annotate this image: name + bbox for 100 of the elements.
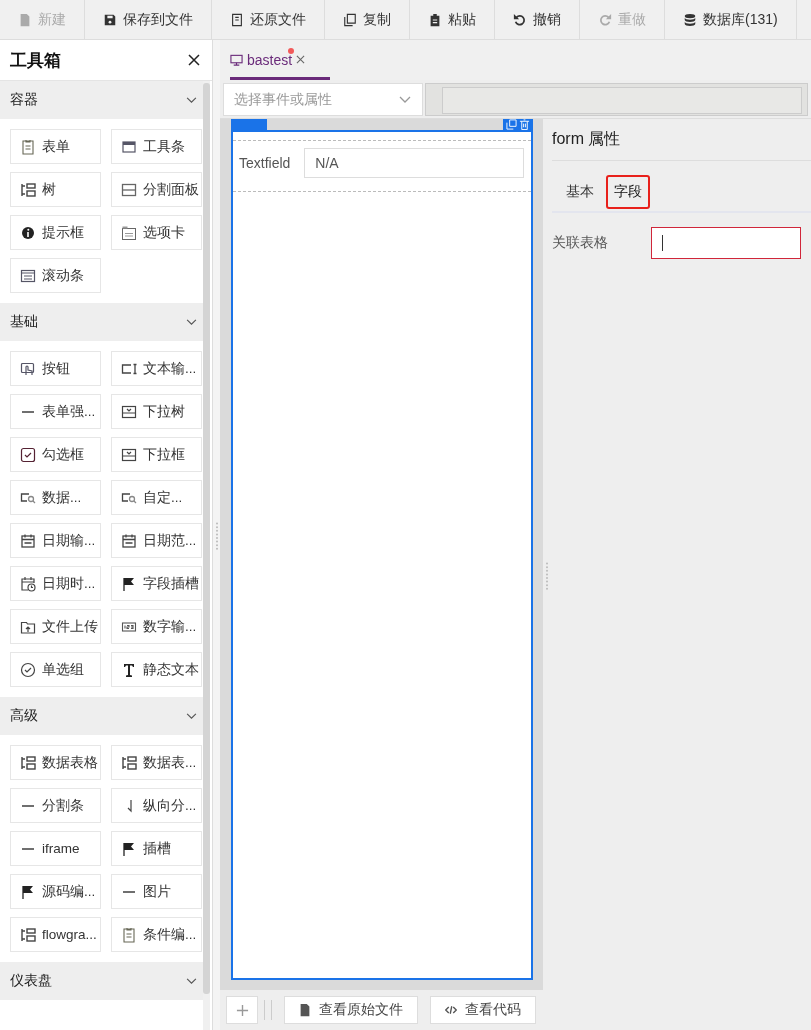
tool-item[interactable]: 文本输... <box>111 351 202 386</box>
flag-tool-icon <box>121 575 137 592</box>
tool-item[interactable]: 下拉树 <box>111 394 202 429</box>
chevron-down-icon <box>186 96 197 104</box>
drag-handle-icon[interactable] <box>214 520 219 550</box>
toolbar-button[interactable]: 保存到文件 <box>85 0 212 39</box>
trash-icon[interactable] <box>519 119 530 130</box>
toolbar-button[interactable]: 粘贴 <box>410 0 495 39</box>
properties-tab[interactable]: 字段 <box>606 175 650 209</box>
code-icon <box>445 1003 457 1017</box>
dropdown-tool-icon <box>121 446 137 463</box>
tool-item[interactable]: 单选组 <box>10 652 101 687</box>
tool-item[interactable]: 条件编... <box>111 917 202 952</box>
tool-item[interactable]: 纵向分... <box>111 788 202 823</box>
plus-icon <box>235 1003 249 1017</box>
scroll-tool-icon <box>20 267 36 284</box>
text-tool-icon <box>121 661 137 678</box>
toolbox-title: 工具箱 <box>10 49 61 72</box>
doc-tool-icon <box>20 138 36 155</box>
dropdown-tool-icon <box>121 403 137 420</box>
tool-item[interactable]: 勾选框 <box>10 437 101 472</box>
database-icon <box>683 12 697 27</box>
scrollbar[interactable] <box>203 81 210 1030</box>
tool-item[interactable]: 图片 <box>111 874 202 909</box>
split-tool-icon <box>121 181 137 198</box>
dash-tool-icon <box>22 410 34 413</box>
field-label: Textfield <box>239 155 291 171</box>
event-select[interactable]: 选择事件或属性 <box>223 82 423 116</box>
chevron-down-icon <box>186 318 197 326</box>
tool-item[interactable]: 数据... <box>10 480 101 515</box>
properties-title: form 属性 <box>552 119 811 161</box>
tool-item[interactable]: 插槽 <box>111 831 202 866</box>
tool-item[interactable]: 表单强... <box>10 394 101 429</box>
close-icon[interactable] <box>188 54 200 66</box>
calclock-tool-icon <box>20 575 36 592</box>
expression-field[interactable] <box>425 82 808 116</box>
tool-item[interactable]: 源码编... <box>10 874 101 909</box>
tree-tool-icon <box>20 754 36 771</box>
tool-item[interactable]: 选项卡 <box>111 215 202 250</box>
copy-icon <box>343 12 357 27</box>
toolbar-tool-icon <box>121 138 137 155</box>
tool-item[interactable]: 表单 <box>10 129 101 164</box>
tool-item[interactable]: 数字输... <box>111 609 202 644</box>
clipboard-icon <box>428 12 442 27</box>
tool-item[interactable]: 日期时... <box>10 566 101 601</box>
tool-item[interactable]: 自定... <box>111 480 202 515</box>
toolbar-button[interactable]: 复制 <box>325 0 410 39</box>
tool-item[interactable]: 滚动条 <box>10 258 101 293</box>
tool-item[interactable]: 按钮 <box>10 351 101 386</box>
section-header[interactable]: 基础 <box>0 303 203 341</box>
section-header[interactable]: 容器 <box>0 81 203 119</box>
toolbar-button[interactable]: 数据库(131) <box>665 0 797 39</box>
properties-tab[interactable]: 基本 <box>558 175 602 209</box>
radio-tool-icon <box>20 661 36 678</box>
copy-icon[interactable] <box>506 119 517 130</box>
form-actions[interactable] <box>503 119 533 130</box>
view-button[interactable]: 查看原始文件 <box>284 996 418 1024</box>
chevron-down-icon <box>186 712 197 720</box>
file-icon <box>18 12 32 27</box>
tool-item[interactable]: 日期输... <box>10 523 101 558</box>
input-field[interactable] <box>651 227 801 259</box>
toolbar-button[interactable]: 撤销 <box>495 0 580 39</box>
monitor-icon <box>230 53 243 66</box>
tool-item[interactable]: 树 <box>10 172 101 207</box>
field-label: 关联表格 <box>552 234 608 252</box>
tool-item[interactable]: flowgra... <box>10 917 101 952</box>
file-icon <box>299 1003 311 1017</box>
tree-tool-icon <box>121 754 137 771</box>
tool-item[interactable]: iframe <box>10 831 101 866</box>
doc-tool-icon <box>121 926 137 943</box>
section-header[interactable]: 仪表盘 <box>0 962 203 1000</box>
chevron-down-icon <box>399 95 411 104</box>
tool-item[interactable]: 数据表格 <box>10 745 101 780</box>
checkbox-tool-icon <box>20 446 36 463</box>
hand-tool-icon <box>20 360 36 377</box>
tool-item[interactable]: 下拉框 <box>111 437 202 472</box>
redo-icon <box>598 12 612 27</box>
flag-tool-icon <box>121 840 137 857</box>
tool-item[interactable]: 数据表... <box>111 745 202 780</box>
save-icon <box>103 12 117 27</box>
tree-tool-icon <box>20 926 36 943</box>
tool-item[interactable]: 文件上传 <box>10 609 101 644</box>
add-button[interactable] <box>226 996 258 1024</box>
toolbar-button[interactable]: 还原文件 <box>212 0 325 39</box>
form-panel[interactable]: Textfield N/A <box>231 130 533 980</box>
tool-item[interactable]: 静态文本 <box>111 652 202 687</box>
tool-item[interactable]: 提示框 <box>10 215 101 250</box>
tab-tool-icon <box>121 224 137 241</box>
tool-item[interactable]: 分割条 <box>10 788 101 823</box>
tool-item[interactable]: 工具条 <box>111 129 202 164</box>
tool-item[interactable]: 日期范... <box>111 523 202 558</box>
tree-tool-icon <box>20 181 36 198</box>
text-field[interactable]: N/A <box>304 148 524 178</box>
calendar-tool-icon <box>121 532 137 549</box>
dash-tool-icon <box>123 890 135 893</box>
tool-item[interactable]: 字段插槽 <box>111 566 202 601</box>
section-header[interactable]: 高级 <box>0 697 203 735</box>
tool-item[interactable]: 分割面板 <box>111 172 202 207</box>
view-button[interactable]: 查看代码 <box>430 996 536 1024</box>
document-icon <box>230 12 244 27</box>
